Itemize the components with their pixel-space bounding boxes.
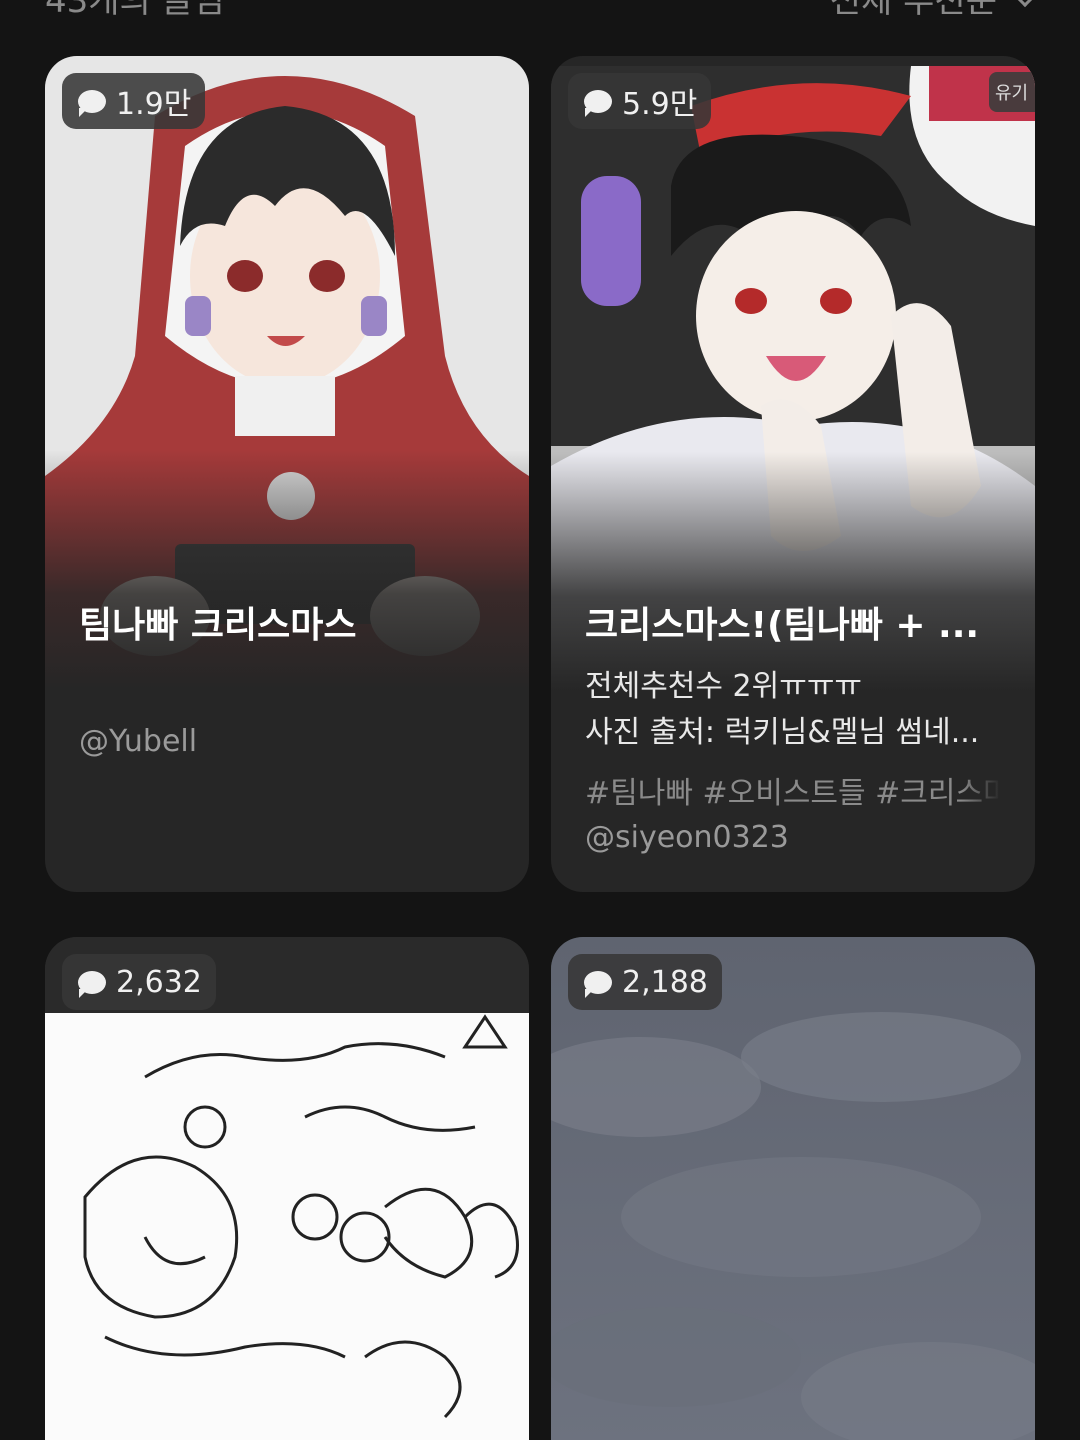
thumbnail-corner-tag: 유기 xyxy=(989,72,1035,112)
post-card[interactable]: 2,188 xyxy=(551,937,1035,1440)
chevron-down-icon xyxy=(1010,0,1040,8)
comment-count: 2,188 xyxy=(622,964,708,1000)
comment-count-badge: 2,188 xyxy=(568,954,722,1010)
post-thumbnail xyxy=(45,56,529,690)
description-line: 전체추천수 2위ㅠㅠㅠ xyxy=(585,669,863,704)
comment-count: 1.9만 xyxy=(116,87,192,122)
post-thumbnail xyxy=(45,937,529,1440)
post-count: 43개의 글썸 xyxy=(45,0,225,21)
sort-label: 전체 추천순 xyxy=(829,0,997,21)
thumbnail-shade xyxy=(551,452,1035,692)
post-hashtags[interactable]: #팀나빠 #오비스트들 #크리스마 xyxy=(585,768,1001,812)
post-card[interactable]: 5.9만 유기 크리스마스!(팀나빠 + ... 전체추천수 2위ㅠㅠㅠ 사진 … xyxy=(551,56,1035,892)
comment-bubble-icon xyxy=(584,89,612,117)
description-line: 사진 출처: 럭키님&멜님 썸네... xyxy=(585,715,980,750)
comment-bubble-icon xyxy=(584,970,612,998)
post-author[interactable]: @Yubell xyxy=(79,724,197,759)
comment-count-badge: 1.9만 xyxy=(62,73,206,129)
comment-bubble-icon xyxy=(78,970,106,998)
comment-count: 5.9만 xyxy=(622,87,698,122)
post-description: 전체추천수 2위ㅠㅠㅠ 사진 출처: 럭키님&멜님 썸네... xyxy=(585,664,995,756)
comment-count: 2,632 xyxy=(116,964,202,1000)
post-title[interactable]: 팀나빠 크리스마스 xyxy=(79,596,495,648)
post-title[interactable]: 크리스마스!(팀나빠 + ... xyxy=(585,596,1001,648)
comment-bubble-icon xyxy=(78,89,106,117)
comment-count-badge: 2,632 xyxy=(62,954,216,1010)
post-thumbnail xyxy=(551,937,1035,1440)
list-header: 43개의 글썸 전체 추천순 xyxy=(45,0,1040,22)
thumbnail-shade xyxy=(45,450,529,690)
comment-count-badge: 5.9만 xyxy=(568,73,712,129)
post-grid-page: 43개의 글썸 전체 추천순 1.9만 팀나빠 크리스마스 @Yubell 5.… xyxy=(0,0,1080,1440)
post-card[interactable]: 2,632 xyxy=(45,937,529,1440)
post-card[interactable]: 1.9만 팀나빠 크리스마스 @Yubell xyxy=(45,56,529,892)
post-author[interactable]: @siyeon0323 xyxy=(585,820,789,855)
sort-dropdown[interactable]: 전체 추천순 xyxy=(829,0,1040,22)
